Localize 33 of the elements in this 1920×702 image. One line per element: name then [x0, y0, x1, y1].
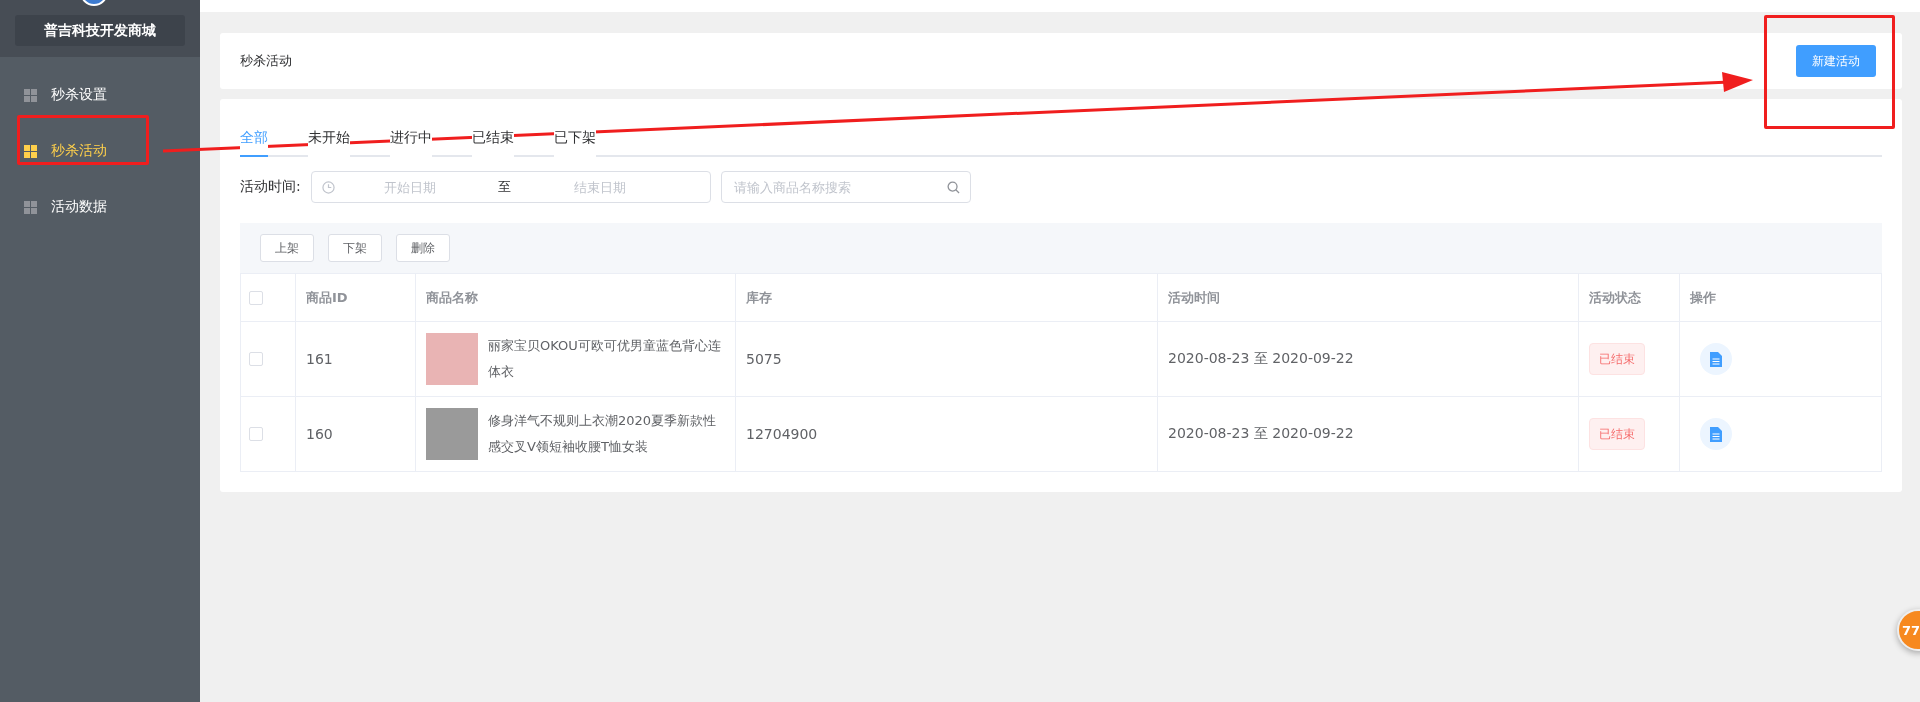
action-button[interactable]: 删除	[396, 234, 450, 262]
status-tag: 已结束	[1589, 343, 1645, 375]
menu-item[interactable]: 秒杀活动	[0, 123, 200, 179]
checkbox[interactable]	[249, 290, 263, 305]
table-cell: 12704900	[735, 397, 1157, 471]
filter-label: 活动时间:	[240, 178, 301, 196]
search-icon	[946, 180, 960, 194]
grid-icon	[24, 144, 37, 158]
date-range-field[interactable]: 开始日期 至 结束日期	[310, 171, 711, 203]
grid-icon	[24, 88, 37, 102]
status-tag: 已结束	[1589, 418, 1645, 450]
checkbox[interactable]	[249, 427, 263, 441]
table-cell: 2020-08-23 至 2020-09-22	[1157, 397, 1578, 471]
search-field[interactable]: 请输入商品名称搜索	[720, 171, 971, 203]
menu-item[interactable]: 活动数据	[0, 179, 200, 235]
document-icon	[1710, 426, 1722, 442]
table-cell: 160	[295, 397, 415, 471]
document-button[interactable]	[1700, 343, 1732, 375]
range-separator: 至	[497, 178, 513, 196]
grid-icon	[24, 200, 37, 214]
document-button[interactable]	[1700, 418, 1732, 450]
checkbox[interactable]	[249, 352, 263, 366]
document-icon	[1710, 351, 1722, 367]
photo-placeholder	[426, 408, 478, 460]
menu-item[interactable]: 秒杀设置	[0, 67, 200, 123]
store-name: 普吉科技开发商城	[15, 15, 185, 46]
action-button[interactable]: 下架	[328, 234, 382, 262]
clock-icon	[321, 180, 335, 194]
action-button[interactable]: 上架	[260, 234, 314, 262]
page-title: 秒杀活动	[240, 52, 292, 70]
product-name: 修身洋气不规则上衣潮2020夏季新款性感交叉V领短袖收腰T恤女装	[488, 412, 718, 456]
photo-placeholder	[426, 333, 478, 385]
product-name: 丽家宝贝OKOU可欧可优男童蓝色背心连体衣	[488, 337, 722, 381]
